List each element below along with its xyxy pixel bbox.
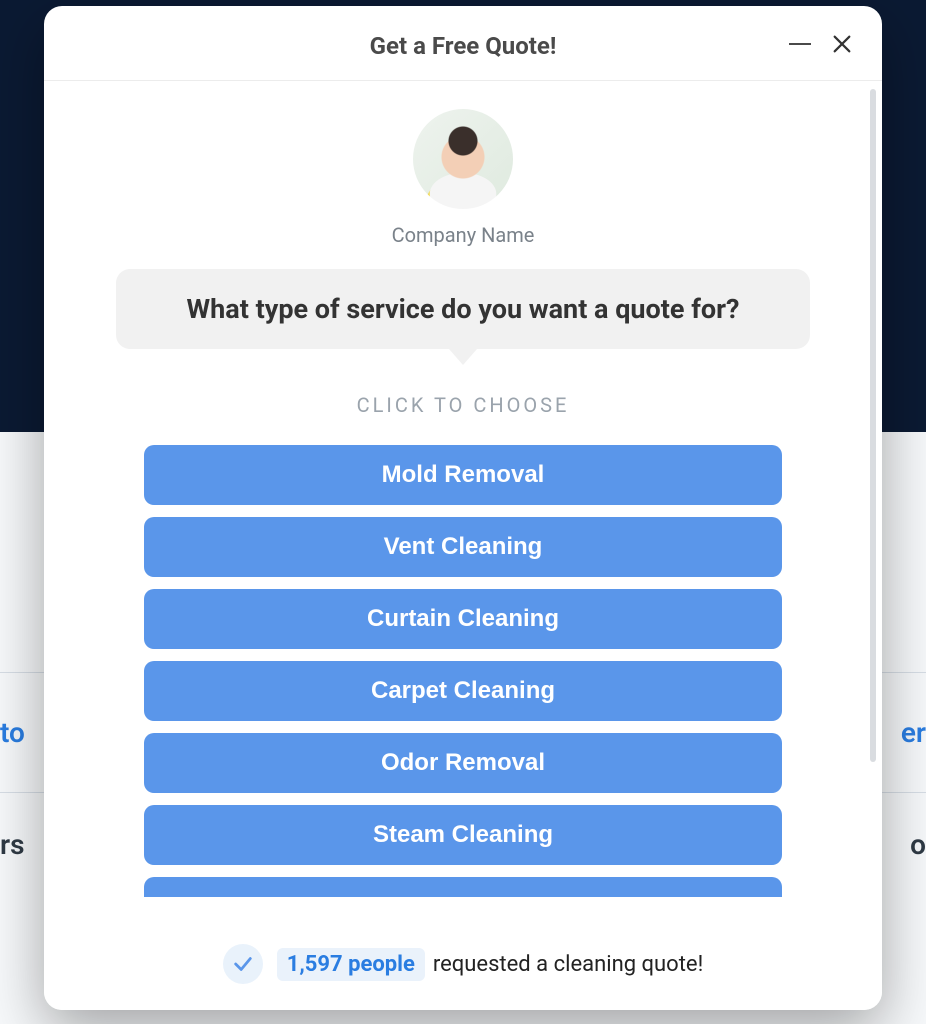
checkmark-badge [223, 944, 263, 984]
choose-label: CLICK TO CHOOSE [116, 393, 810, 417]
modal-footer: 1,597 people requested a cleaning quote! [44, 922, 882, 1010]
service-option-curtain-cleaning[interactable]: Curtain Cleaning [144, 589, 782, 649]
close-button[interactable] [828, 30, 856, 58]
close-icon [831, 33, 853, 55]
footer-rest-text: requested a cleaning quote! [433, 952, 703, 977]
footer-count: 1,597 people [277, 948, 425, 981]
bg-text-fragment-left: rs [0, 828, 24, 861]
company-name-label: Company Name [116, 223, 810, 247]
service-option-steam-cleaning[interactable]: Steam Cleaning [144, 805, 782, 865]
bg-text-fragment-right: o [910, 828, 926, 861]
service-option-mold-removal[interactable]: Mold Removal [144, 445, 782, 505]
minimize-button[interactable] [786, 30, 814, 58]
modal-scrollbar[interactable] [870, 89, 876, 762]
modal-window-controls [786, 30, 856, 58]
quote-modal: Get a Free Quote! Company Name What type… [44, 6, 882, 1010]
service-option-vent-cleaning[interactable]: Vent Cleaning [144, 517, 782, 577]
checkmark-icon [232, 953, 254, 975]
service-option-list: Mold Removal Vent Cleaning Curtain Clean… [116, 445, 810, 897]
service-option-more-peek[interactable] [144, 877, 782, 897]
question-text: What type of service do you want a quote… [187, 293, 740, 325]
company-avatar [413, 109, 513, 209]
modal-title: Get a Free Quote! [72, 32, 854, 60]
minimize-icon [789, 43, 811, 45]
modal-header: Get a Free Quote! [44, 6, 882, 81]
modal-body: Company Name What type of service do you… [44, 81, 882, 922]
bg-link-fragment-left[interactable]: to [0, 716, 25, 749]
modal-body-wrap: Company Name What type of service do you… [44, 81, 882, 922]
service-option-carpet-cleaning[interactable]: Carpet Cleaning [144, 661, 782, 721]
bg-link-fragment-right[interactable]: er [901, 716, 926, 749]
service-option-odor-removal[interactable]: Odor Removal [144, 733, 782, 793]
question-bubble: What type of service do you want a quote… [116, 269, 810, 349]
